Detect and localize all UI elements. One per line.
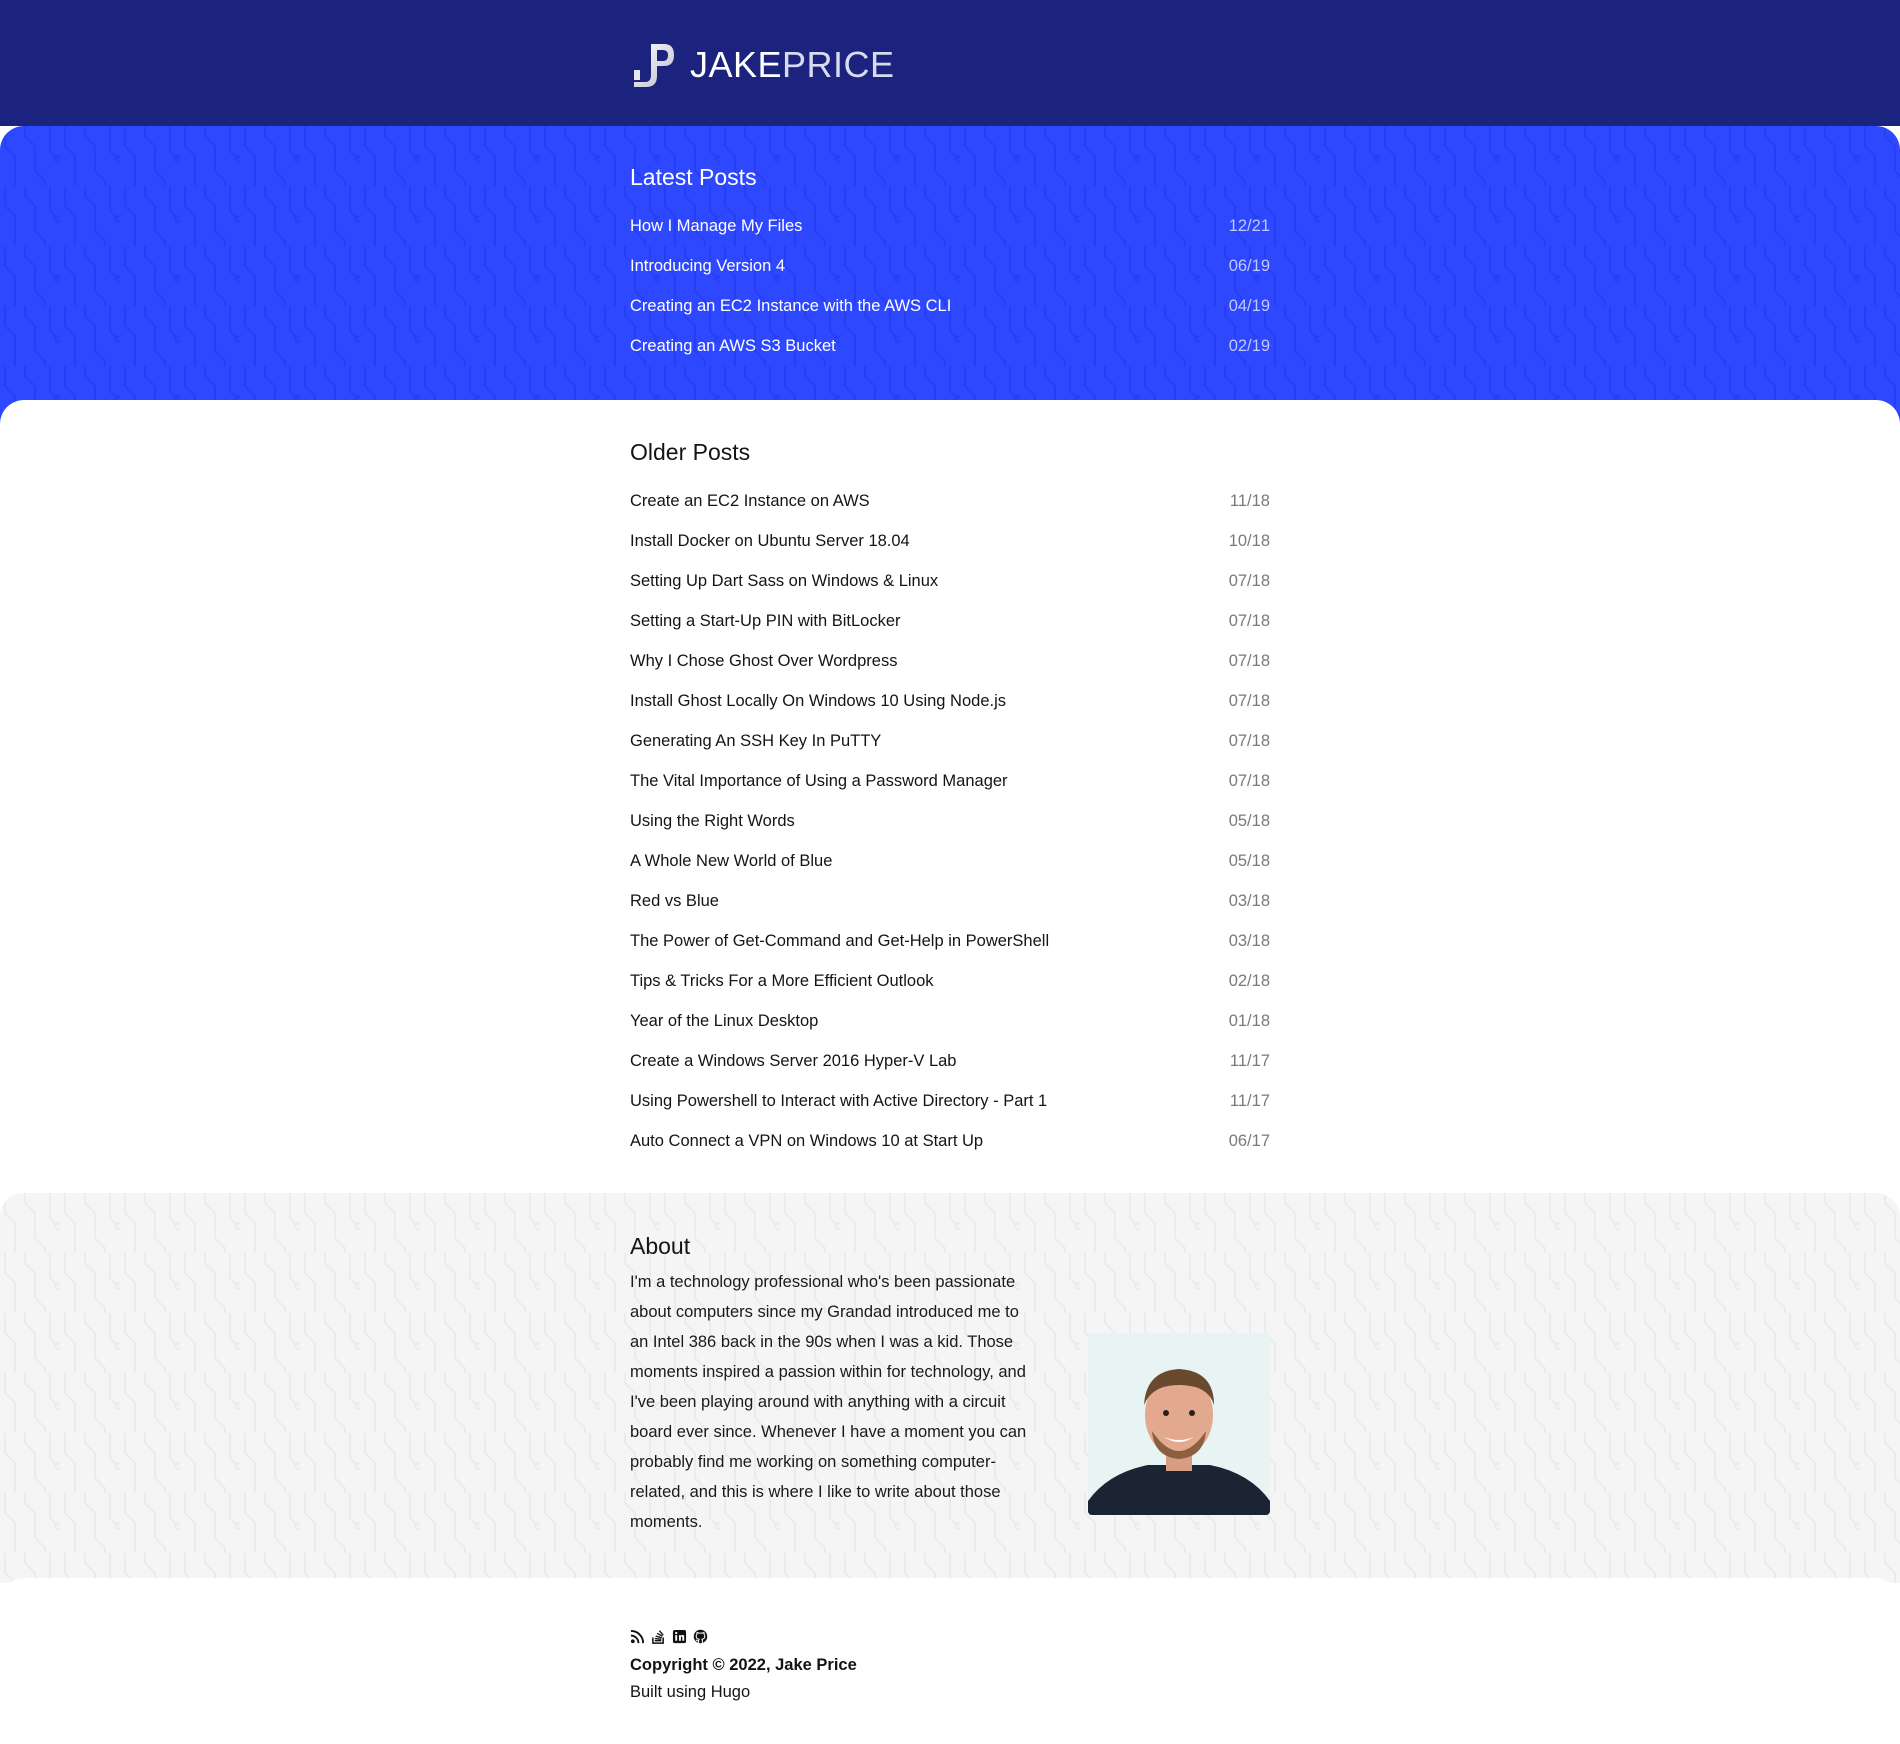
portrait-photo xyxy=(1088,1333,1270,1515)
post-date: 06/19 xyxy=(1228,256,1270,275)
post-title-link[interactable]: Red vs Blue xyxy=(630,892,719,911)
post-date: 07/18 xyxy=(1228,651,1270,670)
latest-posts-content: Latest Posts How I Manage My Files 12/21 I… xyxy=(630,162,1270,366)
post-title-link[interactable]: Using Powershell to Interact with Active… xyxy=(630,1092,1047,1111)
page: JAKEPRICE Latest Posts How I Manage My F… xyxy=(0,0,1900,1744)
post-date: 11/17 xyxy=(1229,1051,1270,1070)
footer-content: Copyright © 2022, Jake Price Built using… xyxy=(630,1626,1270,1702)
post-date: 04/19 xyxy=(1228,296,1270,315)
about-content: About I'm a technology professional who'… xyxy=(630,1231,1270,1551)
post-row: Setting Up Dart Sass on Windows & Linux 0… xyxy=(630,561,1270,601)
post-title-link[interactable]: Generating An SSH Key In PuTTY xyxy=(630,732,881,751)
post-row: Generating An SSH Key In PuTTY 07/18 xyxy=(630,721,1270,761)
post-title-link[interactable]: Install Ghost Locally On Windows 10 Usin… xyxy=(630,692,1006,711)
post-date: 07/18 xyxy=(1228,611,1270,630)
older-posts-content: Older Posts Create an EC2 Instance on AW… xyxy=(630,437,1270,1161)
older-posts-list: Create an EC2 Instance on AWS 11/18 Instal… xyxy=(630,481,1270,1161)
post-title-link[interactable]: Tips & Tricks For a More Efficient Outlo… xyxy=(630,972,934,991)
post-title-link[interactable]: Auto Connect a VPN on Windows 10 at Star… xyxy=(630,1132,983,1151)
post-title-link[interactable]: Install Docker on Ubuntu Server 18.04 xyxy=(630,532,910,551)
post-row: Creating an AWS S3 Bucket 02/19 xyxy=(630,326,1270,366)
post-row: Auto Connect a VPN on Windows 10 at Star… xyxy=(630,1121,1270,1161)
post-row: Tips & Tricks For a More Efficient Outlo… xyxy=(630,961,1270,1001)
post-date: 06/17 xyxy=(1228,1131,1270,1150)
post-date: 07/18 xyxy=(1228,731,1270,750)
post-date: 03/18 xyxy=(1228,891,1270,910)
post-title-link[interactable]: Setting Up Dart Sass on Windows & Linux xyxy=(630,572,938,591)
social-links xyxy=(630,1626,1270,1646)
post-row: A Whole New World of Blue 05/18 xyxy=(630,841,1270,881)
linkedin-icon xyxy=(672,1629,687,1643)
about-heading: About xyxy=(630,1233,691,1259)
copyright-text: Copyright © 2022, Jake Price xyxy=(630,1656,857,1674)
stackoverflow-link[interactable] xyxy=(651,1629,666,1644)
post-row: Introducing Version 4 06/19 xyxy=(630,246,1270,286)
site-title: JAKEPRICE xyxy=(690,38,895,92)
post-date: 07/18 xyxy=(1228,771,1270,790)
post-title-link[interactable]: Using the Right Words xyxy=(630,812,795,831)
post-title-link[interactable]: The Power of Get-Command and Get-Help in… xyxy=(630,932,1049,951)
post-row: Install Ghost Locally On Windows 10 Usin… xyxy=(630,681,1270,721)
jp-monogram-icon xyxy=(634,44,674,87)
post-title-link[interactable]: Why I Chose Ghost Over Wordpress xyxy=(630,652,897,671)
post-title-link[interactable]: Introducing Version 4 xyxy=(630,257,785,276)
post-row: The Vital Importance of Using a Password… xyxy=(630,761,1270,801)
post-date: 10/18 xyxy=(1228,531,1270,550)
post-row: Create a Windows Server 2016 Hyper-V Lab… xyxy=(630,1041,1270,1081)
post-row: Why I Chose Ghost Over Wordpress 07/18 xyxy=(630,641,1270,681)
post-date: 12/21 xyxy=(1228,216,1270,235)
site-logo-link[interactable]: JAKEPRICE xyxy=(630,38,895,92)
rss-icon xyxy=(630,1629,645,1643)
post-date: 07/18 xyxy=(1228,571,1270,590)
latest-posts-list: How I Manage My Files 12/21 Introducing Ve… xyxy=(630,206,1270,366)
post-date: 02/18 xyxy=(1228,971,1270,990)
post-row: The Power of Get-Command and Get-Help in… xyxy=(630,921,1270,961)
post-row: Create an EC2 Instance on AWS 11/18 xyxy=(630,481,1270,521)
post-row: How I Manage My Files 12/21 xyxy=(630,206,1270,246)
rss-link[interactable] xyxy=(630,1629,645,1644)
latest-posts-section: Latest Posts How I Manage My Files 12/21 I… xyxy=(0,126,1900,424)
stackoverflow-icon xyxy=(652,1629,664,1644)
post-title-link[interactable]: Creating an AWS S3 Bucket xyxy=(630,337,836,356)
post-date: 03/18 xyxy=(1228,931,1270,950)
post-date: 11/17 xyxy=(1229,1091,1270,1110)
site-title-first: JAKE xyxy=(690,44,783,85)
post-title-link[interactable]: Create an EC2 Instance on AWS xyxy=(630,492,870,511)
post-title-link[interactable]: Creating an EC2 Instance with the AWS CL… xyxy=(630,297,951,316)
post-title-link[interactable]: Year of the Linux Desktop xyxy=(630,1012,818,1031)
latest-posts-heading: Latest Posts xyxy=(630,164,757,190)
post-row: Red vs Blue 03/18 xyxy=(630,881,1270,921)
linkedin-link[interactable] xyxy=(672,1629,687,1644)
post-title-link[interactable]: How I Manage My Files xyxy=(630,217,802,236)
github-link[interactable] xyxy=(693,1629,708,1644)
post-row: Setting a Start-Up PIN with BitLocker 07/… xyxy=(630,601,1270,641)
older-posts-section: Older Posts Create an EC2 Instance on AW… xyxy=(0,400,1900,1220)
post-row: Year of the Linux Desktop 01/18 xyxy=(630,1001,1270,1041)
site-footer: Copyright © 2022, Jake Price Built using… xyxy=(0,1578,1900,1744)
post-date: 05/18 xyxy=(1228,811,1270,830)
post-row: Using the Right Words 05/18 xyxy=(630,801,1270,841)
about-text: I'm a technology professional who's been… xyxy=(630,1273,1027,1531)
github-icon xyxy=(693,1629,708,1643)
post-row: Install Docker on Ubuntu Server 18.04 10/… xyxy=(630,521,1270,561)
post-title-link[interactable]: Setting a Start-Up PIN with BitLocker xyxy=(630,612,901,631)
built-with-text: Built using Hugo xyxy=(630,1683,751,1701)
post-title-link[interactable]: A Whole New World of Blue xyxy=(630,852,832,871)
older-posts-heading: Older Posts xyxy=(630,439,751,465)
post-date: 02/19 xyxy=(1228,336,1270,355)
post-date: 07/18 xyxy=(1228,691,1270,710)
about-section: About I'm a technology professional who'… xyxy=(0,1193,1900,1583)
post-date: 11/18 xyxy=(1229,491,1270,510)
portrait-illustration xyxy=(1088,1333,1270,1515)
site-title-last: PRICE xyxy=(782,44,895,85)
post-row: Using Powershell to Interact with Active… xyxy=(630,1081,1270,1121)
post-row: Creating an EC2 Instance with the AWS CL… xyxy=(630,286,1270,326)
post-title-link[interactable]: Create a Windows Server 2016 Hyper-V Lab xyxy=(630,1052,957,1071)
site-header: JAKEPRICE xyxy=(0,0,1900,126)
post-date: 05/18 xyxy=(1228,851,1270,870)
post-title-link[interactable]: The Vital Importance of Using a Password… xyxy=(630,772,1008,791)
post-date: 01/18 xyxy=(1228,1011,1270,1030)
